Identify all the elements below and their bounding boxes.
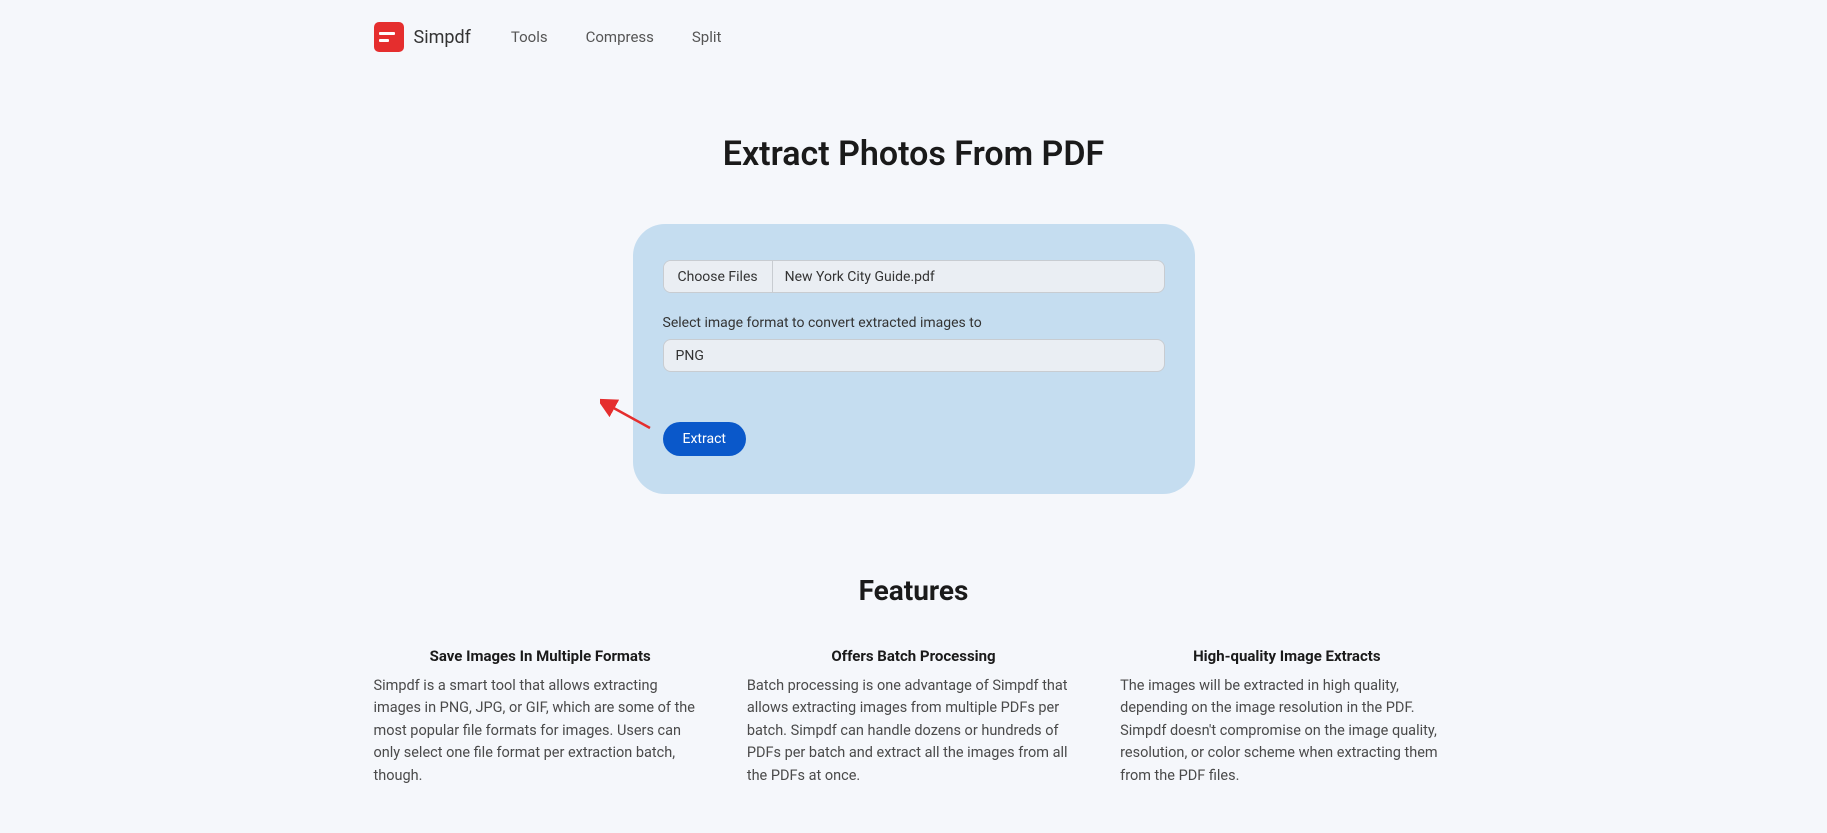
nav-compress[interactable]: Compress	[586, 28, 654, 46]
extract-button[interactable]: Extract	[663, 422, 746, 456]
feature-heading: Save Images In Multiple Formats	[374, 647, 707, 665]
feature-heading: High-quality Image Extracts	[1120, 647, 1453, 665]
choose-files-button[interactable]: Choose Files	[664, 261, 773, 292]
selected-file-name: New York City Guide.pdf	[773, 269, 1164, 285]
nav-tools[interactable]: Tools	[511, 28, 548, 46]
format-label: Select image format to convert extracted…	[663, 315, 1165, 331]
feature-description: Simpdf is a smart tool that allows extra…	[374, 675, 707, 787]
upload-card: Choose Files New York City Guide.pdf Sel…	[633, 224, 1195, 494]
feature-heading: Offers Batch Processing	[747, 647, 1080, 665]
format-select[interactable]: PNG	[663, 339, 1165, 372]
logo-icon	[374, 22, 404, 52]
page-title: Extract Photos From PDF	[374, 134, 1454, 174]
features-section: Features Save Images In Multiple Formats…	[374, 574, 1454, 787]
brand-name: Simpdf	[414, 27, 471, 48]
feature-column: High-quality Image Extracts The images w…	[1120, 647, 1453, 787]
features-title: Features	[374, 574, 1454, 607]
feature-column: Offers Batch Processing Batch processing…	[747, 647, 1080, 787]
logo[interactable]: Simpdf	[374, 22, 471, 52]
feature-description: The images will be extracted in high qua…	[1120, 675, 1453, 787]
feature-description: Batch processing is one advantage of Sim…	[747, 675, 1080, 787]
format-value: PNG	[676, 348, 704, 364]
nav-split[interactable]: Split	[692, 28, 722, 46]
file-input-group: Choose Files New York City Guide.pdf	[663, 260, 1165, 293]
feature-column: Save Images In Multiple Formats Simpdf i…	[374, 647, 707, 787]
